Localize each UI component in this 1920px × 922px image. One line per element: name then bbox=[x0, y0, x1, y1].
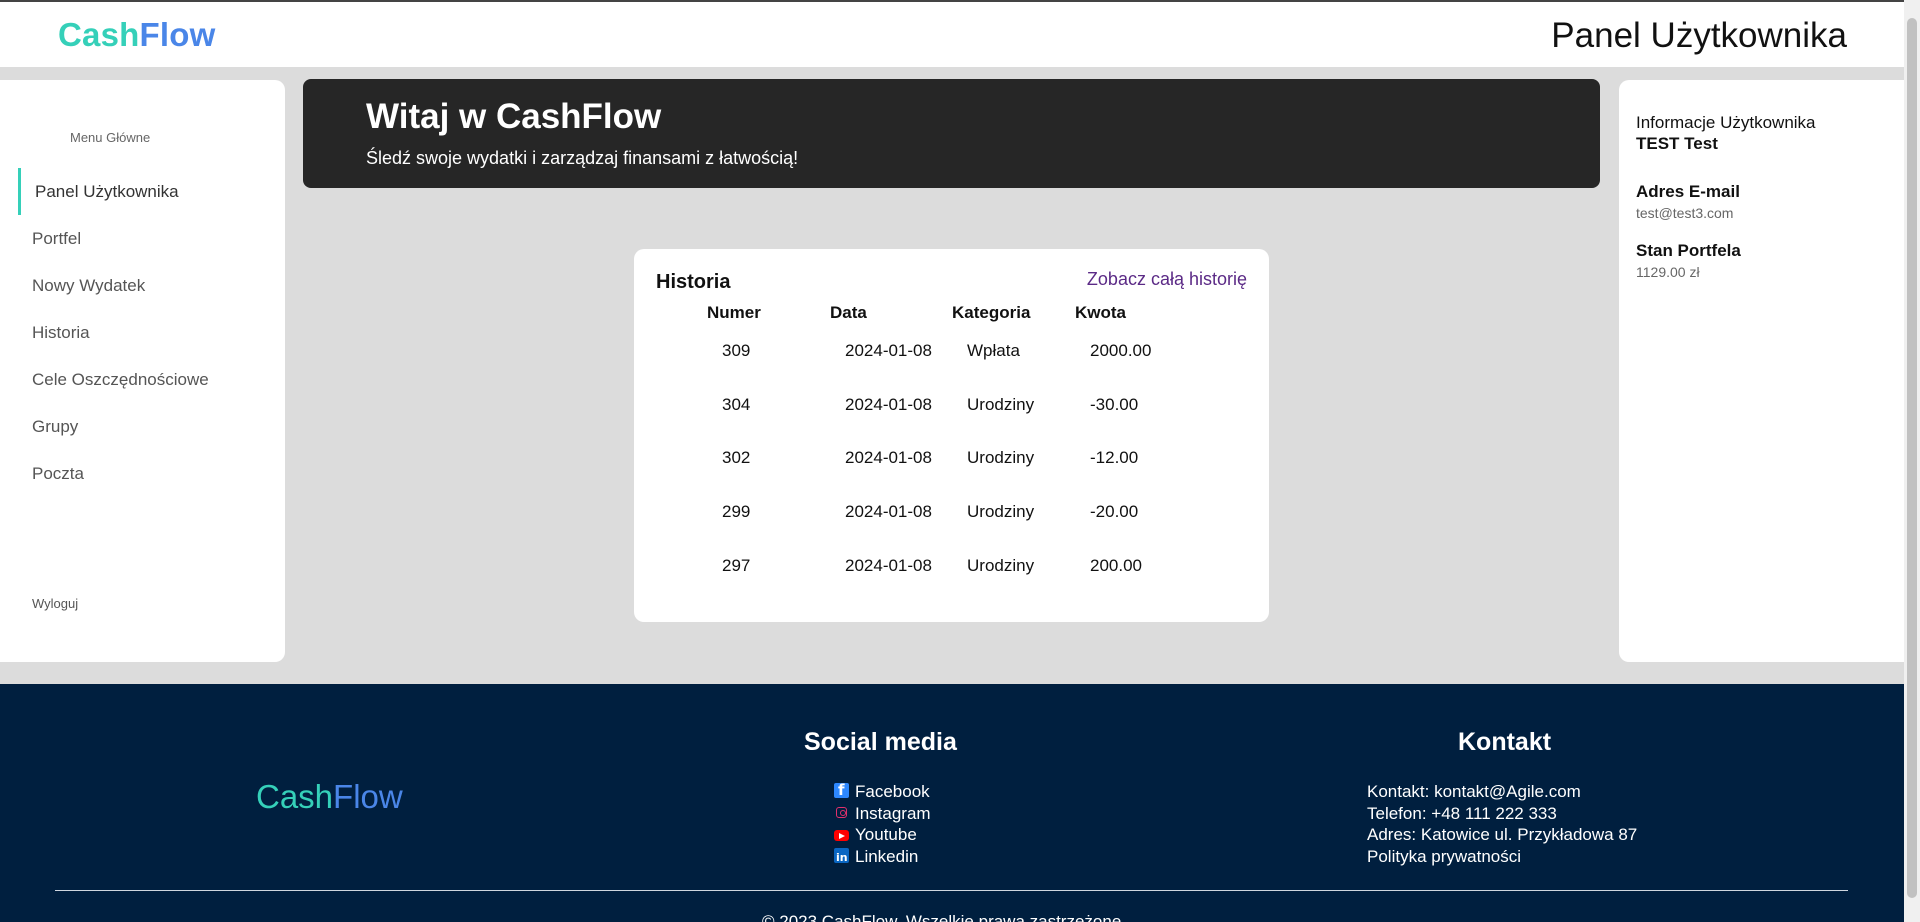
contact-email: Kontakt: kontakt@Agile.com bbox=[1367, 782, 1581, 801]
cell-kategoria: Urodziny bbox=[967, 556, 1035, 575]
linkedin-label: Linkedin bbox=[855, 846, 919, 866]
footer-logo-cash: Cash bbox=[256, 778, 334, 815]
facebook-icon bbox=[834, 780, 849, 802]
sidebar-item-cele-oszczednosciowe[interactable]: Cele Oszczędnościowe bbox=[0, 356, 285, 403]
see-all-history-link[interactable]: Zobacz całą historię bbox=[1087, 269, 1247, 290]
column-header-data: Data bbox=[830, 303, 867, 322]
sidebar-item-nowy-wydatek[interactable]: Nowy Wydatek bbox=[0, 262, 285, 309]
page: CashFlow Panel Użytkownika Menu Główne P… bbox=[0, 0, 1904, 922]
main-area: Menu Główne Panel Użytkownika Portfel No… bbox=[0, 67, 1904, 684]
cell-kategoria: Urodziny bbox=[967, 502, 1035, 521]
logo-cash: Cash bbox=[58, 16, 140, 53]
column-header-numer: Numer bbox=[707, 303, 761, 322]
cell-numer: 309 bbox=[722, 341, 751, 360]
footer-logo[interactable]: CashFlow bbox=[256, 778, 403, 816]
facebook-link[interactable]: Facebook bbox=[834, 780, 931, 803]
contact-info: Kontakt: kontakt@Agile.com Telefon: +48 … bbox=[1367, 781, 1637, 867]
user-info-panel: Informacje Użytkownika TEST Test Adres E… bbox=[1619, 80, 1904, 662]
site-header: CashFlow Panel Użytkownika bbox=[0, 2, 1904, 67]
history-title: Historia bbox=[656, 271, 731, 293]
cell-numer: 304 bbox=[722, 395, 751, 414]
cell-kwota: -30.00 bbox=[1090, 395, 1139, 414]
contact-phone: Telefon: +48 111 222 333 bbox=[1367, 803, 1557, 823]
column-header-kwota: Kwota bbox=[1075, 303, 1126, 322]
contact-address: Adres: Katowice ul. Przykładowa 87 bbox=[1367, 825, 1638, 844]
cell-data: 2024-01-08 bbox=[845, 395, 932, 414]
user-name: TEST Test bbox=[1636, 134, 1718, 153]
logo-flow: Flow bbox=[139, 16, 216, 53]
youtube-link[interactable]: Youtube bbox=[834, 824, 931, 846]
wallet-balance: 1129.00 zł bbox=[1636, 264, 1700, 280]
table-row: 299 2024-01-08 Urodziny -20.00 bbox=[634, 502, 1269, 532]
email-label: Adres E-mail bbox=[1636, 182, 1740, 201]
cell-kwota: -12.00 bbox=[1090, 448, 1139, 467]
wallet-label: Stan Portfela bbox=[1636, 241, 1741, 260]
contact-heading: Kontakt bbox=[1458, 728, 1552, 756]
cell-kategoria: Urodziny bbox=[967, 448, 1035, 467]
cell-numer: 299 bbox=[722, 502, 751, 521]
page-title: Panel Użytkownika bbox=[1551, 16, 1847, 55]
linkedin-link[interactable]: Linkedin bbox=[834, 846, 931, 868]
welcome-banner: Witaj w CashFlow Śledź swoje wydatki i z… bbox=[303, 79, 1600, 188]
instagram-label: Instagram bbox=[855, 803, 931, 823]
youtube-label: Youtube bbox=[855, 825, 917, 844]
column-header-kategoria: Kategoria bbox=[952, 303, 1031, 322]
sidebar: Menu Główne Panel Użytkownika Portfel No… bbox=[0, 80, 285, 662]
instagram-icon bbox=[834, 805, 849, 820]
privacy-policy-link[interactable]: Polityka prywatności bbox=[1367, 846, 1637, 868]
cell-data: 2024-01-08 bbox=[845, 448, 932, 467]
footer-divider bbox=[55, 890, 1848, 891]
cell-kwota: 200.00 bbox=[1090, 556, 1142, 575]
instagram-link[interactable]: Instagram bbox=[834, 803, 931, 825]
banner-title: Witaj w CashFlow bbox=[366, 97, 662, 136]
footer-logo-flow: Flow bbox=[333, 778, 403, 815]
table-row: 297 2024-01-08 Urodziny 200.00 bbox=[634, 556, 1269, 586]
site-footer: CashFlow Social media Facebook Instagram… bbox=[0, 684, 1904, 922]
user-info-heading: Informacje Użytkownika bbox=[1636, 113, 1816, 132]
banner-subtitle: Śledź swoje wydatki i zarządzaj finansam… bbox=[366, 148, 799, 168]
sidebar-item-historia[interactable]: Historia bbox=[0, 309, 285, 356]
page-scrollbar[interactable] bbox=[1904, 0, 1920, 922]
cell-kwota: 2000.00 bbox=[1090, 341, 1152, 360]
cell-kategoria: Urodziny bbox=[967, 395, 1035, 414]
scrollbar-thumb[interactable] bbox=[1907, 18, 1917, 898]
cell-numer: 302 bbox=[722, 448, 751, 467]
youtube-icon bbox=[834, 830, 849, 841]
social-media-heading: Social media bbox=[804, 728, 957, 756]
copyright: © 2023 CashFlow. Wszelkie prawa zastrzeż… bbox=[762, 912, 1127, 922]
cell-data: 2024-01-08 bbox=[845, 556, 932, 575]
cell-data: 2024-01-08 bbox=[845, 341, 932, 360]
table-row: 304 2024-01-08 Urodziny -30.00 bbox=[634, 395, 1269, 425]
logo[interactable]: CashFlow bbox=[58, 16, 215, 54]
sidebar-item-panel-uzytkownika[interactable]: Panel Użytkownika bbox=[0, 168, 285, 215]
sidebar-item-grupy[interactable]: Grupy bbox=[0, 403, 285, 450]
sidebar-nav: Panel Użytkownika Portfel Nowy Wydatek H… bbox=[0, 168, 285, 497]
cell-kwota: -20.00 bbox=[1090, 502, 1139, 521]
cell-data: 2024-01-08 bbox=[845, 502, 932, 521]
sidebar-heading: Menu Główne bbox=[70, 130, 151, 145]
sidebar-item-portfel[interactable]: Portfel bbox=[0, 215, 285, 262]
table-row: 309 2024-01-08 Wpłata 2000.00 bbox=[634, 341, 1269, 371]
sidebar-item-poczta[interactable]: Poczta bbox=[0, 450, 285, 497]
cell-kategoria: Wpłata bbox=[967, 341, 1020, 360]
cell-numer: 297 bbox=[722, 556, 751, 575]
history-card: Historia Zobacz całą historię Numer Data… bbox=[634, 249, 1269, 622]
email-value: test@test3.com bbox=[1636, 205, 1734, 221]
facebook-label: Facebook bbox=[855, 782, 930, 801]
social-links: Facebook Instagram Youtube Linkedin bbox=[834, 780, 931, 868]
table-row: 302 2024-01-08 Urodziny -12.00 bbox=[634, 448, 1269, 478]
logout-link[interactable]: Wyloguj bbox=[32, 596, 78, 611]
linkedin-icon bbox=[834, 847, 849, 868]
